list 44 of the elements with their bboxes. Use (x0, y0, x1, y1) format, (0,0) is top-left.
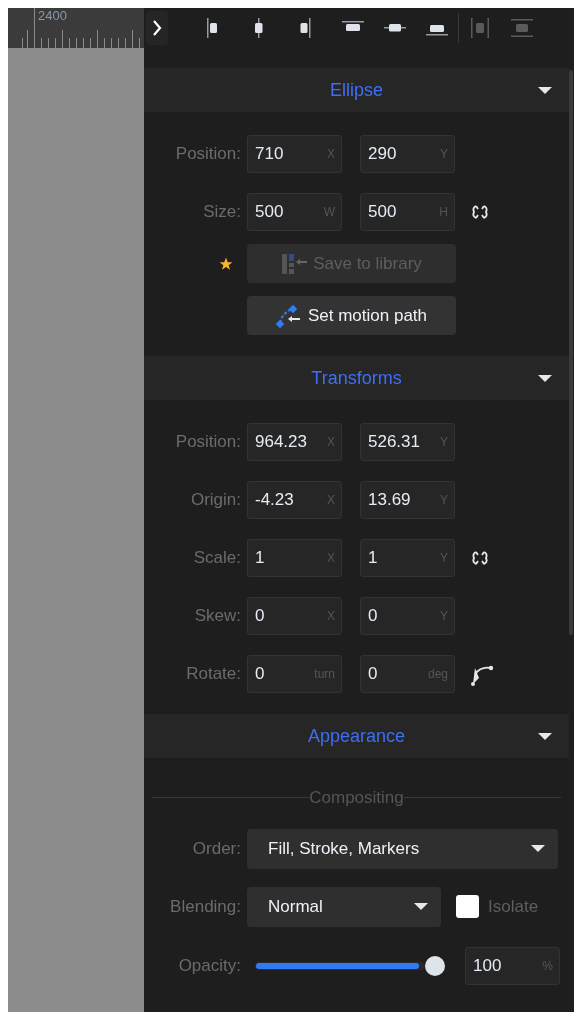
field-value: 1 (368, 547, 378, 570)
row-label: Scale: (193, 547, 241, 570)
slider-thumb[interactable] (425, 955, 445, 976)
row-label: Position: (175, 143, 241, 166)
dropdown-caret-icon (531, 845, 545, 852)
row-label: Skew: (194, 605, 241, 628)
field-value: 1 (255, 547, 265, 570)
field-value: 500 (368, 201, 397, 224)
field-value: 500 (255, 201, 284, 224)
field-value: 13.69 (368, 489, 411, 512)
dropdown-caret-icon (414, 903, 428, 910)
field-value: 710 (255, 143, 284, 166)
ruler-label: 2400 (38, 8, 67, 24)
collapse-caret-icon (538, 733, 552, 740)
field-value: 100 (473, 954, 502, 977)
field-value: 0 (255, 605, 265, 628)
row-label: Position: (175, 431, 241, 454)
row-label: Blending: (170, 895, 241, 918)
field-value: 0 (368, 663, 378, 686)
field-value: 0 (368, 605, 378, 628)
dropdown[interactable]: Normal (247, 886, 441, 927)
chevron-right-icon (152, 19, 162, 37)
checkbox[interactable] (456, 895, 479, 918)
row-label: Rotate: (186, 663, 241, 686)
row-label: Origin: (190, 489, 241, 512)
collapse-caret-icon (538, 375, 552, 382)
field-value: 526.31 (368, 431, 420, 454)
dropdown[interactable]: Fill, Stroke, Markers (247, 828, 558, 869)
row-label: Size: (203, 201, 241, 224)
checkbox-label: Isolate (488, 895, 539, 918)
number-field[interactable]: 100 % (465, 946, 560, 985)
row-label: Order: (192, 837, 241, 860)
link-icon[interactable] (470, 204, 490, 220)
field-value: -4.23 (255, 489, 294, 512)
motion-path-button[interactable]: Set motion path (247, 296, 456, 335)
field-value: 290 (368, 143, 397, 166)
unit-label: % (542, 957, 553, 975)
link-icon[interactable] (470, 550, 490, 566)
row-label: Opacity: (178, 954, 241, 977)
field-value: 964.23 (255, 431, 307, 454)
collapse-caret-icon (538, 87, 552, 94)
expand-chevron-button[interactable] (146, 11, 168, 45)
field-value: 0 (255, 663, 265, 686)
library-icon (281, 252, 310, 275)
